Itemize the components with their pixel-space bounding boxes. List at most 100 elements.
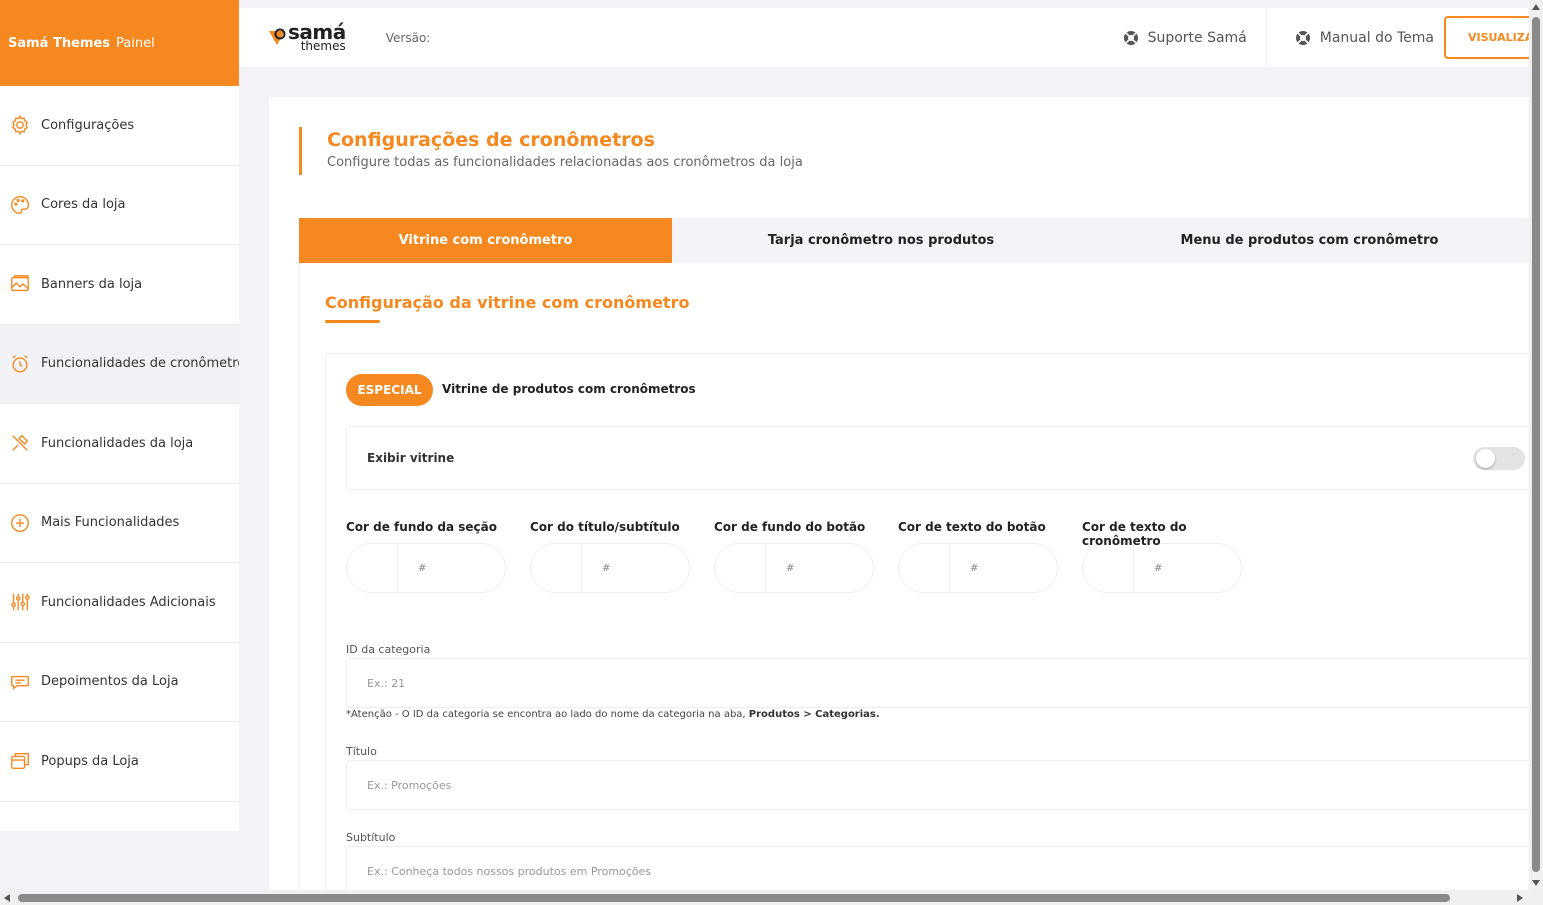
horizontal-scroll-thumb[interactable] (18, 894, 1450, 902)
color-swatch[interactable] (347, 544, 398, 592)
sidebar-item-banners[interactable]: Banners da loja (0, 245, 239, 325)
manual-link-label: Manual do Tema (1319, 29, 1434, 46)
tools-icon (8, 431, 32, 455)
sidebar-item-cronometros[interactable]: Funcionalidades de cronômetros (0, 324, 239, 404)
color-picker: # (898, 543, 1058, 593)
chat-bubble-icon (8, 670, 32, 694)
popup-window-icon (8, 749, 32, 773)
exibir-vitrine-label: Exibir vitrine (367, 451, 455, 465)
page-subtitle: Configure todas as funcionalidades relac… (327, 155, 803, 170)
section-title: Configuração da vitrine com cronômetro (325, 293, 690, 312)
category-hint: *Atenção - O ID da categoria se encontra… (346, 709, 880, 720)
vertical-scroll-thumb[interactable] (1532, 17, 1540, 872)
alarm-clock-icon (8, 352, 32, 376)
color-picker: # (530, 543, 690, 593)
section-underline (325, 320, 380, 323)
color-swatch[interactable] (715, 544, 766, 592)
support-link-label: Suporte Samá (1147, 29, 1247, 46)
title-input[interactable]: Ex.: Promoções (346, 760, 1536, 810)
palette-icon (8, 193, 32, 217)
sidebar-item-label: Banners da loja (41, 276, 143, 292)
tab-panel: Configuração da vitrine com cronômetro E… (299, 263, 1536, 905)
color-label: Cor do título/subtítulo (530, 520, 680, 534)
lifebuoy-icon (1295, 30, 1310, 45)
sidebar-item-depoimentos[interactable]: Depoimentos da Loja (0, 643, 239, 722)
color-picker: # (1082, 543, 1242, 593)
exibir-vitrine-toggle[interactable] (1473, 447, 1525, 470)
brand-name: Samá Themes (8, 35, 111, 51)
especial-badge: ESPECIAL (346, 374, 433, 406)
color-picker: # (714, 543, 874, 593)
sidebar-item-label: Funcionalidades Adicionais (41, 594, 216, 610)
color-swatch[interactable] (531, 544, 582, 592)
color-field-titulo-subtitulo: Cor do título/subtítulo # (530, 520, 714, 593)
logo-text: samá themes (288, 22, 346, 54)
color-swatch[interactable] (899, 544, 950, 592)
scroll-down-arrow-icon[interactable] (1532, 880, 1540, 886)
color-picker: # (346, 543, 506, 593)
sidebar-item-funcionalidades-loja[interactable]: Funcionalidades da loja (0, 404, 239, 484)
sidebar-item-popups[interactable]: Popups da Loja (0, 722, 239, 802)
color-label: Cor de fundo do botão (714, 520, 866, 534)
horizontal-scrollbar[interactable] (0, 890, 1543, 905)
hex-input[interactable]: # (582, 544, 689, 592)
tab-bar: Vitrine com cronômetro Tarja cronômetro … (299, 218, 1529, 263)
subtitle-label: Subtítulo (346, 831, 396, 844)
color-field-texto-botao: Cor de texto do botão # (898, 520, 1082, 593)
toggle-knob (1476, 449, 1495, 468)
tab-vitrine-cronometro[interactable]: Vitrine com cronômetro (299, 218, 672, 263)
sidebar-item-cores[interactable]: Cores da loja (0, 166, 239, 245)
badge-description: Vitrine de produtos com cronômetros (442, 382, 696, 396)
sidebar-item-label: Cores da loja (41, 197, 126, 213)
hint-text: *Atenção - O ID da categoria se encontra… (346, 709, 749, 720)
exibir-vitrine-row: Exibir vitrine (346, 426, 1536, 490)
sidebar-item-label: Configurações (41, 117, 135, 133)
logo-line-2: themes (300, 39, 346, 54)
logo-mark-icon (269, 28, 286, 46)
lifebuoy-icon (1123, 30, 1138, 45)
top-header: samá themes Versão: Suporte Samá Manual … (239, 8, 1529, 67)
color-label: Cor de texto do botão (898, 520, 1046, 534)
title-label: Título (346, 745, 377, 758)
sidebar-item-funcionalidades-adicionais[interactable]: Funcionalidades Adicionais (0, 563, 239, 643)
color-field-fundo-secao: Cor de fundo da seção # (346, 520, 530, 593)
settings-box: ESPECIAL Vitrine de produtos com cronôme… (325, 353, 1536, 905)
hex-input[interactable]: # (398, 544, 505, 592)
brand-bar: Samá Themes Painel (0, 0, 239, 86)
category-id-label: ID da categoria (346, 643, 431, 656)
sidebar-item-label: Funcionalidades da loja (41, 435, 194, 451)
tab-tarja-cronometro[interactable]: Tarja cronômetro nos produtos (672, 218, 1090, 263)
hex-input[interactable]: # (950, 544, 1057, 592)
color-label: Cor de texto do cronômetro (1082, 520, 1187, 548)
plus-circle-icon (8, 511, 32, 535)
scroll-right-arrow-icon[interactable] (1517, 894, 1523, 902)
sidebar-item-label: Mais Funcionalidades (41, 515, 180, 531)
image-icon (8, 272, 32, 296)
subtitle-input[interactable]: Ex.: Conheça todos nossos produtos em Pr… (346, 846, 1536, 896)
sama-logo[interactable]: samá themes (268, 22, 346, 54)
vertical-scrollbar[interactable] (1529, 0, 1543, 890)
color-swatch[interactable] (1083, 544, 1134, 592)
sliders-icon (8, 590, 32, 614)
sidebar: Samá Themes Painel Configurações Cores d… (0, 0, 239, 831)
preview-button[interactable]: VISUALIZAR (1444, 16, 1529, 59)
sidebar-item-configuracoes[interactable]: Configurações (0, 86, 239, 166)
support-link[interactable]: Suporte Samá (1123, 8, 1266, 67)
category-id-input[interactable]: Ex.: 21 (346, 658, 1536, 708)
brand-suffix: Painel (116, 35, 155, 51)
version-label: Versão: (385, 30, 431, 45)
color-field-fundo-botao: Cor de fundo do botão # (714, 520, 898, 593)
color-field-texto-cronometro: Cor de texto do cronômetro # (1082, 520, 1266, 593)
scroll-up-arrow-icon[interactable] (1532, 4, 1540, 10)
sidebar-item-label: Depoimentos da Loja (41, 674, 179, 690)
hex-input[interactable]: # (1134, 544, 1241, 592)
page-header: Configurações de cronômetros Configure t… (299, 127, 803, 175)
hex-input[interactable]: # (766, 544, 873, 592)
scroll-left-arrow-icon[interactable] (4, 894, 10, 902)
color-fields: Cor de fundo da seção # Cor do título/su… (346, 520, 1266, 593)
sidebar-item-label: Funcionalidades de cronômetros (41, 356, 239, 372)
tab-menu-produtos-cronometro[interactable]: Menu de produtos com cronômetro (1090, 218, 1529, 263)
hint-bold: Produtos > Categorias. (748, 709, 880, 720)
color-label: Cor de fundo da seção (346, 520, 497, 534)
sidebar-item-mais-funcionalidades[interactable]: Mais Funcionalidades (0, 484, 239, 563)
